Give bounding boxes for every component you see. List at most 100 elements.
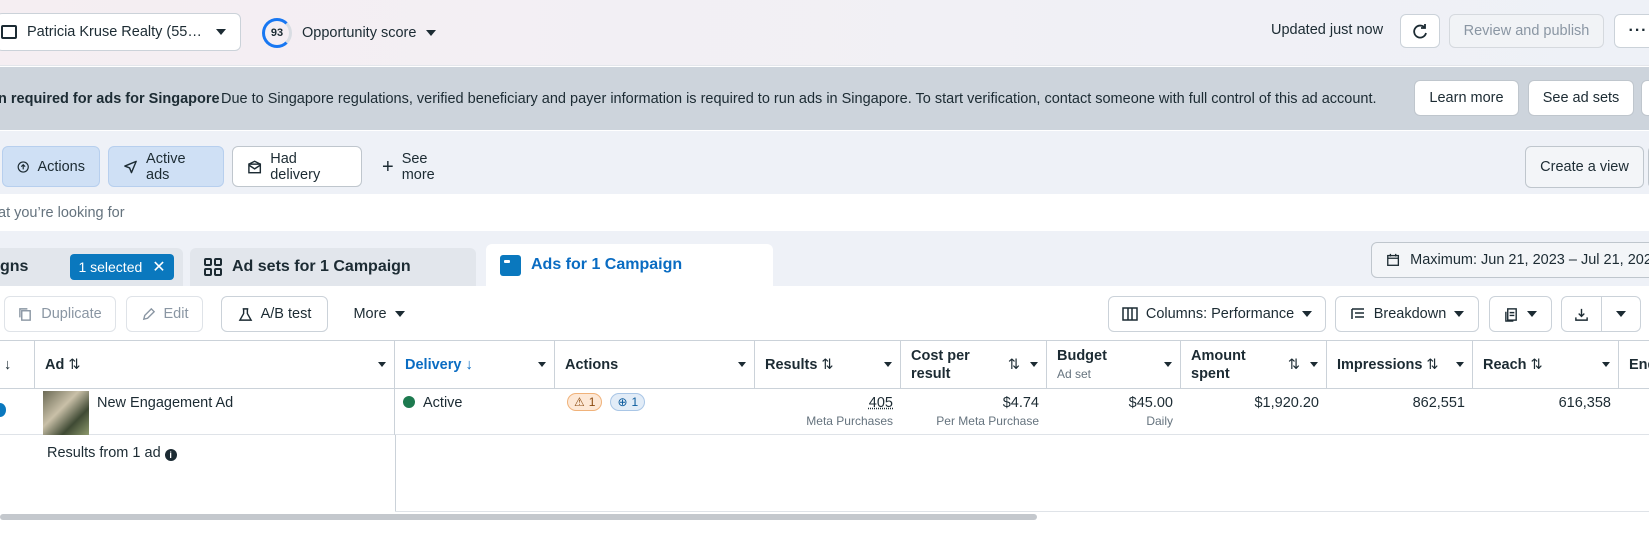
breakdown-label: Breakdown xyxy=(1373,306,1447,322)
banner-message: Due to Singapore regulations, verified b… xyxy=(221,91,1377,107)
column-results-label: Results xyxy=(765,357,818,373)
tab-ads[interactable]: Ads for 1 Campaign xyxy=(486,244,773,286)
table-header: ↓ Ad ⇅ Delivery ↓ Actions Results ⇅ Cost pe… xyxy=(0,341,1649,389)
ad-icon xyxy=(500,254,521,276)
impressions-value: 862,551 xyxy=(1412,395,1465,411)
opportunity-score[interactable]: 93 Opportunity score xyxy=(262,18,437,48)
sort-icon: ↓ xyxy=(465,357,473,373)
column-header-toggle[interactable]: ↓ xyxy=(0,341,35,389)
banner-extra-button[interactable] xyxy=(1641,80,1649,116)
refresh-button[interactable] xyxy=(1400,14,1440,48)
more-options-button[interactable]: ··· xyxy=(1614,14,1649,48)
column-header-cost-per-result[interactable]: Cost per result ⇅ xyxy=(901,341,1047,389)
learn-more-button[interactable]: Learn more xyxy=(1414,80,1519,116)
column-header-ad[interactable]: Ad ⇅ xyxy=(35,341,395,389)
breakdown-button[interactable]: Breakdown xyxy=(1335,296,1479,332)
columns-button[interactable]: Columns: Performance xyxy=(1108,296,1326,332)
see-more-filters[interactable]: + See more xyxy=(368,146,478,187)
row-toggle[interactable] xyxy=(0,403,6,417)
selected-badge[interactable]: 1 selected ✕ xyxy=(70,254,174,280)
export-button[interactable] xyxy=(1561,296,1602,332)
actions-cell[interactable]: ⚠ 1 ⊕ 1 xyxy=(555,389,755,435)
filter-had-delivery[interactable]: Had delivery xyxy=(232,146,362,187)
duplicate-button[interactable]: Duplicate xyxy=(4,296,116,332)
selected-badge-label: 1 selected xyxy=(78,259,143,275)
banner-heading: n required for ads for Singapore xyxy=(0,91,220,107)
filter-active-ads[interactable]: Active ads xyxy=(108,146,224,187)
info-badge[interactable]: ⊕ 1 xyxy=(610,393,646,411)
close-icon[interactable]: ✕ xyxy=(152,257,165,277)
column-header-impressions[interactable]: Impressions ⇅ xyxy=(1327,341,1473,389)
column-divider xyxy=(395,435,396,512)
see-ad-sets-button[interactable]: See ad sets xyxy=(1528,80,1634,116)
edit-label: Edit xyxy=(163,306,189,322)
warning-badge[interactable]: ⚠ 1 xyxy=(567,393,603,411)
column-budget-label: Budget xyxy=(1057,348,1107,364)
tab-ad-sets-label: Ad sets for 1 Campaign xyxy=(232,258,411,275)
opportunity-label: Opportunity score xyxy=(302,25,417,41)
filter-active-ads-label: Active ads xyxy=(146,150,186,183)
info-icon[interactable]: i xyxy=(164,449,177,461)
sort-icon: ⇅ xyxy=(821,357,834,373)
create-view-button[interactable]: Create a view xyxy=(1525,146,1644,188)
column-header-delivery[interactable]: Delivery ↓ xyxy=(395,341,555,389)
tab-campaigns[interactable]: gns 1 selected ✕ xyxy=(0,248,183,286)
envelope-icon xyxy=(248,159,262,173)
ab-test-button[interactable]: A/B test xyxy=(221,296,328,332)
chevron-down-icon xyxy=(426,30,437,36)
column-actions-label: Actions xyxy=(565,357,619,373)
horizontal-scrollbar[interactable] xyxy=(0,514,1037,520)
chevron-down-icon xyxy=(1454,311,1465,317)
reach-value: 616,358 xyxy=(1558,395,1611,411)
chevron-down-icon xyxy=(1310,362,1318,367)
cost-cell: $4.74 Per Meta Purchase xyxy=(901,389,1047,435)
chevron-down-icon xyxy=(1456,362,1464,367)
chevron-down-icon xyxy=(394,311,405,317)
ad-name-cell[interactable]: New Engagement Ad xyxy=(35,389,395,435)
edit-button[interactable]: Edit xyxy=(126,296,203,332)
column-header-reach[interactable]: Reach ⇅ xyxy=(1473,341,1619,389)
account-icon xyxy=(1,25,17,39)
chevron-down-icon xyxy=(1602,362,1610,367)
more-label: More xyxy=(353,306,387,322)
updated-status: Updated just now xyxy=(1271,22,1384,38)
table-row[interactable]: New Engagement Ad Active ⚠ 1 ⊕ 1 405 Meta … xyxy=(0,389,1649,435)
report-icon xyxy=(1505,307,1517,322)
budget-cell: $45.00 Daily xyxy=(1047,389,1181,435)
chevron-down-icon xyxy=(1164,362,1172,367)
impressions-cell: 862,551 xyxy=(1327,389,1473,435)
column-header-amount-spent[interactable]: Amount spent ⇅ xyxy=(1181,341,1327,389)
chevron-down-icon xyxy=(1616,311,1626,317)
tab-ad-sets[interactable]: Ad sets for 1 Campaign xyxy=(190,248,476,286)
columns-icon xyxy=(1122,307,1138,321)
column-header-results[interactable]: Results ⇅ xyxy=(755,341,901,389)
column-budget-sub: Ad set xyxy=(1057,367,1092,381)
warning-count: 1 xyxy=(588,395,596,409)
amount-spent-cell: $1,920.20 xyxy=(1181,389,1327,435)
filter-actions[interactable]: Actions xyxy=(2,146,100,187)
sort-icon: ⇅ xyxy=(1007,357,1020,373)
column-header-budget[interactable]: Budget Ad set xyxy=(1047,341,1181,389)
chevron-down-icon xyxy=(538,362,546,367)
date-range-label: Maximum: Jun 21, 2023 – Jul 21, 2026 xyxy=(1410,252,1649,268)
export-menu-button[interactable] xyxy=(1601,296,1641,332)
search-bar[interactable]: at you’re looking for xyxy=(0,195,1649,231)
column-header-ends[interactable]: End xyxy=(1619,341,1649,389)
verification-banner: n required for ads for Singapore Due to … xyxy=(0,67,1649,130)
column-cost-label-2: result xyxy=(911,366,951,382)
ad-name: New Engagement Ad xyxy=(97,395,234,411)
actions-icon: ⊕ xyxy=(617,395,628,409)
sort-icon: ⇅ xyxy=(68,357,81,373)
review-and-publish-button[interactable]: Review and publish xyxy=(1449,14,1604,48)
results-cell[interactable]: 405 Meta Purchases xyxy=(755,389,901,435)
account-selector[interactable]: Patricia Kruse Realty (55… xyxy=(0,13,241,51)
date-range-button[interactable]: Maximum: Jun 21, 2023 – Jul 21, 2026 xyxy=(1371,242,1649,278)
more-actions-button[interactable]: More xyxy=(340,296,418,332)
column-delivery-label: Delivery xyxy=(405,357,462,373)
results-summary-label: Results from 1 ad xyxy=(47,445,161,461)
column-header-actions[interactable]: Actions xyxy=(555,341,755,389)
reports-button[interactable] xyxy=(1489,296,1552,332)
duplicate-icon xyxy=(19,307,32,321)
delivery-cell: Active xyxy=(395,389,555,435)
tab-campaigns-label: gns xyxy=(0,258,29,275)
